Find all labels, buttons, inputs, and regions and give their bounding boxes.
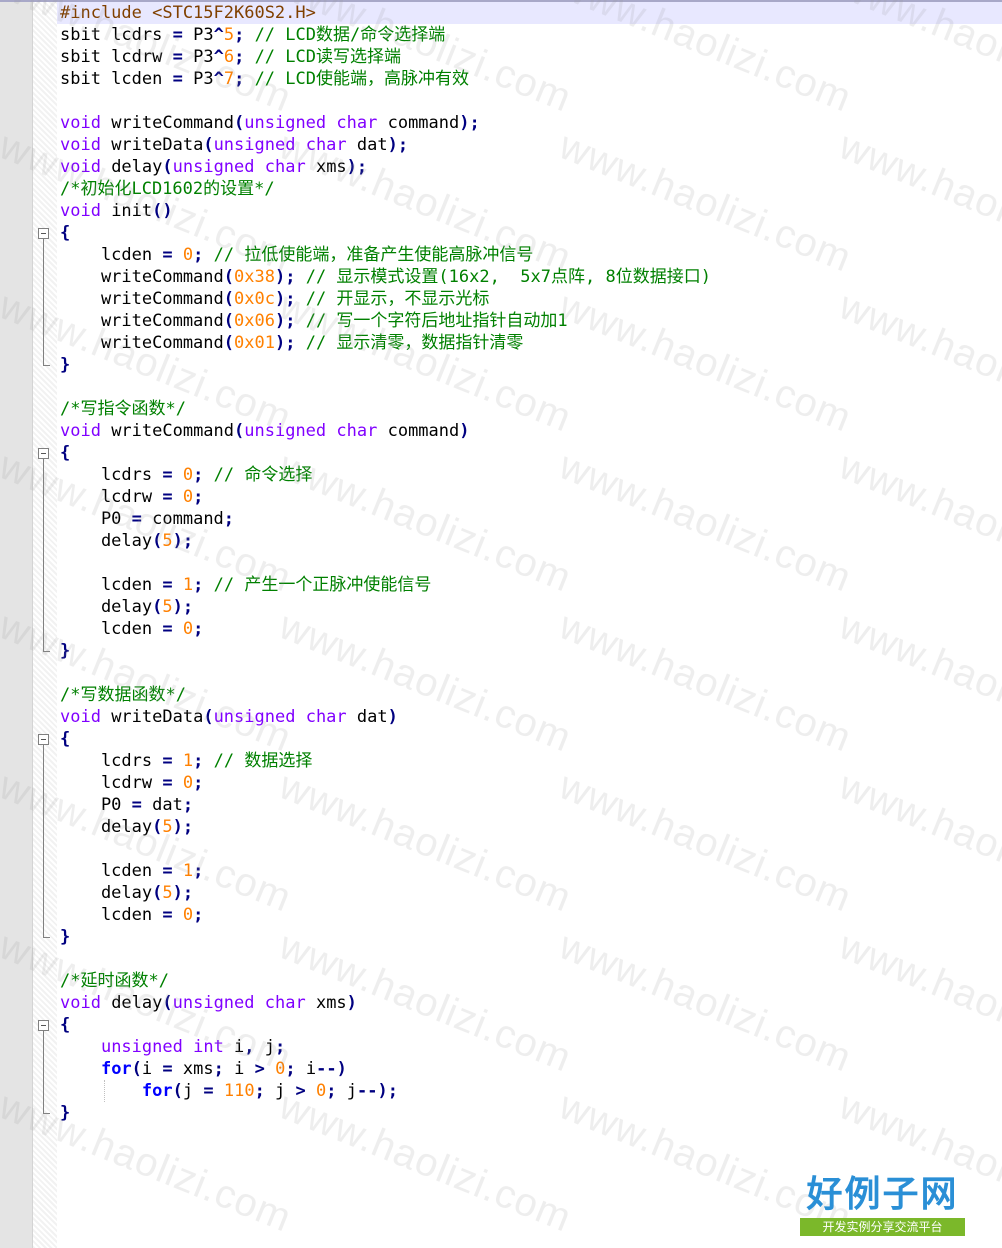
code-line[interactable]: /*初始化LCD1602的设置*/ [60,178,1000,200]
code-line[interactable]: void writeData(unsigned char dat) [60,706,1000,728]
code-line[interactable]: lcden = 0; // 拉低使能端，准备产生使能高脉冲信号 [60,244,1000,266]
code-line[interactable]: { [60,222,1000,244]
code-line[interactable]: lcdrw = 0; [60,486,1000,508]
code-line[interactable]: delay(5); [60,596,1000,618]
fold-toggle-icon[interactable] [38,228,49,239]
code-line[interactable]: void writeCommand(unsigned char command) [60,420,1000,442]
code-line[interactable]: /*延时函数*/ [60,970,1000,992]
fold-range-line [43,1031,44,1113]
fold-toggle-icon[interactable] [38,1020,49,1031]
code-line[interactable]: delay(5); [60,816,1000,838]
code-line[interactable]: #include <STC15F2K60S2.H> [60,2,1000,24]
logo-subtitle: 开发实例分享交流平台 [800,1218,965,1236]
logo-title: 好例子网 [806,1174,959,1215]
code-line[interactable]: void writeCommand(unsigned char command)… [60,112,1000,134]
code-line[interactable] [60,662,1000,684]
code-line[interactable]: sbit lcdrs = P3^5; // LCD数据/命令选择端 [60,24,1000,46]
code-line[interactable] [60,90,1000,112]
code-line[interactable]: P0 = command; [60,508,1000,530]
fold-end-marker [43,365,50,366]
code-line[interactable]: lcden = 1; // 产生一个正脉冲使能信号 [60,574,1000,596]
code-line[interactable]: delay(5); [60,882,1000,904]
code-line[interactable]: for(i = xms; i > 0; i--) [60,1058,1000,1080]
indent-guide [104,1080,105,1102]
fold-margin[interactable] [33,0,57,1248]
code-line[interactable]: lcdrs = 1; // 数据选择 [60,750,1000,772]
code-line[interactable]: } [60,640,1000,662]
code-line[interactable]: void delay(unsigned char xms); [60,156,1000,178]
code-line[interactable] [60,948,1000,970]
code-line[interactable]: { [60,442,1000,464]
code-line[interactable]: sbit lcden = P3^7; // LCD使能端，高脉冲有效 [60,68,1000,90]
code-line[interactable] [60,552,1000,574]
code-line[interactable] [60,838,1000,860]
code-line[interactable]: sbit lcdrw = P3^6; // LCD读写选择端 [60,46,1000,68]
code-line[interactable]: /*写指令函数*/ [60,398,1000,420]
fold-end-marker [43,651,50,652]
code-line[interactable]: unsigned int i, j; [60,1036,1000,1058]
site-logo: 好例子网 开发实例分享交流平台 [800,1174,965,1240]
code-line[interactable]: lcden = 0; [60,904,1000,926]
code-line[interactable]: P0 = dat; [60,794,1000,816]
code-line[interactable]: } [60,354,1000,376]
fold-range-line [43,239,44,365]
code-line[interactable]: lcdrw = 0; [60,772,1000,794]
fold-range-line [43,459,44,651]
code-line[interactable]: lcden = 0; [60,618,1000,640]
code-line[interactable]: lcden = 1; [60,860,1000,882]
code-line[interactable]: writeCommand(0x06); // 写一个字符后地址指针自动加1 [60,310,1000,332]
code-line[interactable]: { [60,1014,1000,1036]
code-line[interactable]: delay(5); [60,530,1000,552]
code-line[interactable]: writeCommand(0x01); // 显示清零，数据指针清零 [60,332,1000,354]
code-line[interactable]: /*写数据函数*/ [60,684,1000,706]
code-line[interactable]: writeCommand(0x0c); // 开显示，不显示光标 [60,288,1000,310]
code-line[interactable]: } [60,926,1000,948]
code-line[interactable]: void init() [60,200,1000,222]
code-line[interactable]: void delay(unsigned char xms) [60,992,1000,1014]
code-line[interactable]: void writeData(unsigned char dat); [60,134,1000,156]
code-editor[interactable]: #include <STC15F2K60S2.H> sbit lcdrs = P3… [60,2,1000,1124]
code-line[interactable]: } [60,1102,1000,1124]
code-line[interactable] [60,376,1000,398]
fold-toggle-icon[interactable] [38,448,49,459]
code-line[interactable]: for(j = 110; j > 0; j--); [60,1080,1000,1102]
fold-end-marker [43,937,50,938]
code-line[interactable]: lcdrs = 0; // 命令选择 [60,464,1000,486]
code-line[interactable]: { [60,728,1000,750]
fold-range-line [43,745,44,937]
fold-toggle-icon[interactable] [38,734,49,745]
code-line[interactable]: writeCommand(0x38); // 显示模式设置(16x2, 5x7点… [60,266,1000,288]
fold-end-marker [43,1113,50,1114]
line-number-gutter [0,0,33,1248]
